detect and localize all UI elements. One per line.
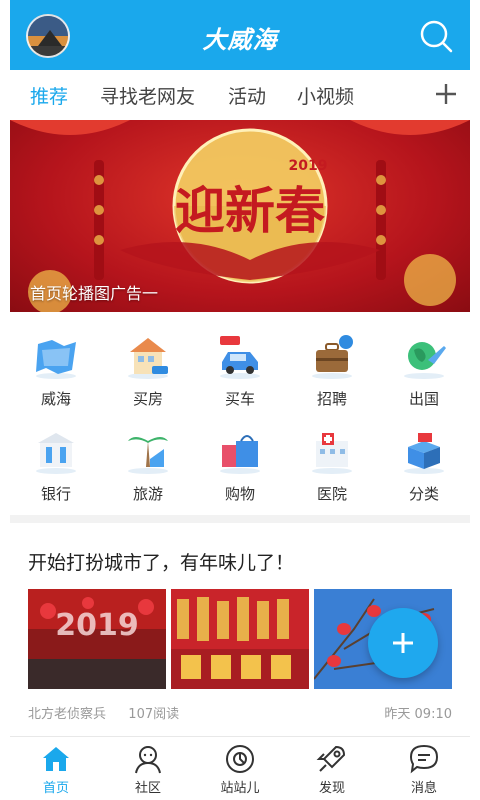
briefcase-icon xyxy=(312,335,353,379)
plus-icon xyxy=(393,633,413,653)
banner-caption: 首页轮播图广告一 xyxy=(30,284,159,303)
article-reads: 107阅读 xyxy=(128,707,180,722)
grid-item-weihai[interactable]: 威海 xyxy=(10,320,102,410)
carousel-banner[interactable]: 迎新春 2019 首页轮播图广告一 xyxy=(10,120,470,312)
plane-globe-icon xyxy=(404,342,446,379)
nav-label: 首页 xyxy=(42,781,69,796)
category-tabs: 推荐 寻找老网友 活动 小视频 xyxy=(10,70,470,120)
banner-year: 2019 xyxy=(289,158,328,174)
box-icon xyxy=(404,433,444,474)
shopping-bag-icon xyxy=(220,435,260,474)
grid-label: 买房 xyxy=(132,390,163,408)
nav-community[interactable]: 社区 xyxy=(102,737,194,800)
message-icon xyxy=(409,744,439,774)
search-icon[interactable] xyxy=(418,18,454,54)
thumbnail-2 xyxy=(171,589,309,689)
grid-label: 银行 xyxy=(40,485,71,503)
nav-label: 社区 xyxy=(134,781,161,796)
article-author[interactable]: 北方老侦察兵 xyxy=(28,707,106,722)
car-sale-icon xyxy=(220,336,260,379)
top-header: 大威海 xyxy=(10,0,470,70)
home-icon xyxy=(43,747,69,771)
grid-item-category[interactable]: 分类 xyxy=(378,415,470,505)
bank-icon xyxy=(36,433,76,474)
grid-item-recruit[interactable]: 招聘 xyxy=(286,320,378,410)
tab-short-videos[interactable]: 小视频 xyxy=(297,82,354,109)
grid-label: 分类 xyxy=(408,485,439,503)
tab-recommend[interactable]: 推荐 xyxy=(30,82,68,109)
thumbnail-1: 2019 xyxy=(28,589,166,689)
grid-item-buy-house[interactable]: 买房 xyxy=(102,320,194,410)
grid-item-travel[interactable]: 旅游 xyxy=(102,415,194,505)
section-divider xyxy=(10,515,470,523)
grid-label: 招聘 xyxy=(316,390,347,408)
nav-label: 站站儿 xyxy=(220,781,260,796)
grid-label: 购物 xyxy=(224,485,255,503)
tab-activities[interactable]: 活动 xyxy=(228,82,266,109)
rocket-icon xyxy=(316,745,346,772)
palm-tree-icon xyxy=(128,437,168,474)
grid-item-abroad[interactable]: 出国 xyxy=(378,320,470,410)
grid-label: 医院 xyxy=(316,485,347,503)
station-icon xyxy=(226,745,254,773)
brand-logo: 大威海 xyxy=(202,26,278,54)
house-sale-icon xyxy=(128,338,168,379)
grid-item-shopping[interactable]: 购物 xyxy=(194,415,286,505)
nav-label: 消息 xyxy=(410,781,437,796)
service-grid: 威海 买房 买车 招聘 出国 银行 旅游 购物 医院 分类 xyxy=(10,320,470,510)
map-icon xyxy=(36,340,76,379)
nav-home[interactable]: 首页 xyxy=(10,737,102,800)
plus-icon[interactable] xyxy=(432,80,460,108)
article-meta: 北方老侦察兵 107阅读 xyxy=(28,703,179,722)
grid-label: 出国 xyxy=(408,390,439,408)
grid-label: 旅游 xyxy=(132,485,163,503)
create-post-button[interactable] xyxy=(368,608,438,678)
hospital-icon xyxy=(312,433,352,474)
nav-label: 发现 xyxy=(318,781,345,796)
app-screen: 大威海 推荐 寻找老网友 活动 小视频 迎新春 2019 首页轮播图广告一 威海… xyxy=(10,0,470,800)
svg-text:2019: 2019 xyxy=(55,608,139,643)
tab-find-old-friends[interactable]: 寻找老网友 xyxy=(100,82,195,109)
nav-station[interactable]: 站站儿 xyxy=(194,737,286,800)
grid-item-bank[interactable]: 银行 xyxy=(10,415,102,505)
grid-label: 买车 xyxy=(224,390,255,408)
grid-item-hospital[interactable]: 医院 xyxy=(286,415,378,505)
grid-label: 威海 xyxy=(40,390,71,408)
banner-art-text: 迎新春 xyxy=(175,181,325,240)
community-icon xyxy=(135,746,161,774)
grid-item-buy-car[interactable]: 买车 xyxy=(194,320,286,410)
bottom-navigation: 首页 社区 站站儿 发现 消息 xyxy=(10,736,470,800)
nav-discover[interactable]: 发现 xyxy=(286,737,378,800)
article-title[interactable]: 开始打扮城市了，有年味儿了！ xyxy=(28,548,294,575)
article-time: 昨天 09:10 xyxy=(384,707,452,722)
nav-messages[interactable]: 消息 xyxy=(378,737,470,800)
